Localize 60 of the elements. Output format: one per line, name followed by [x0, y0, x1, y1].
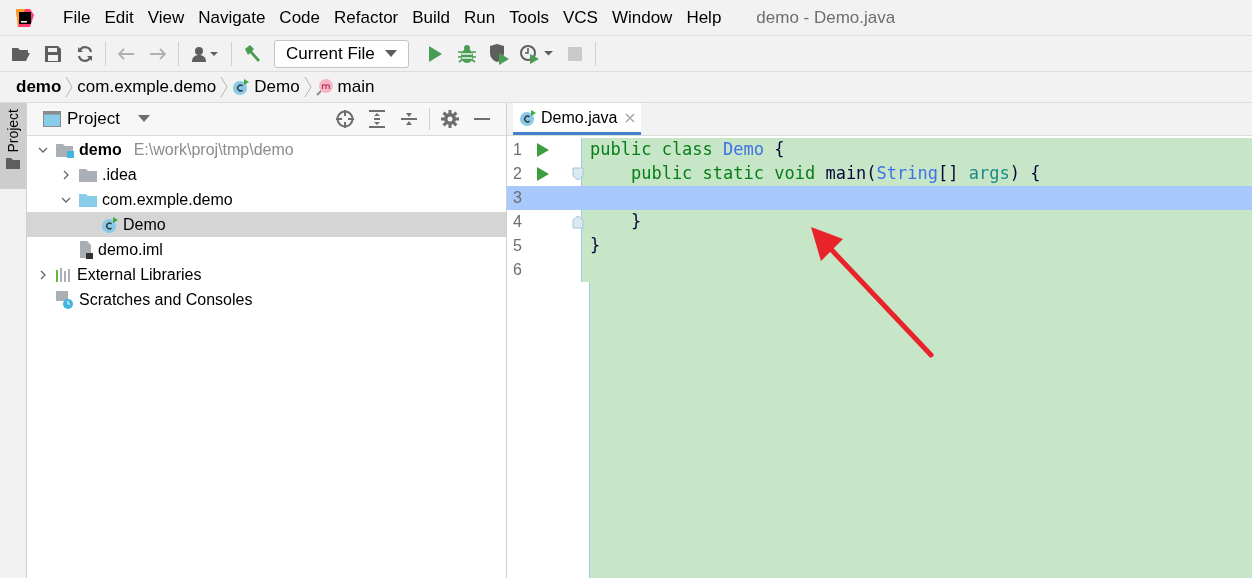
breadcrumb-item[interactable]: com.exmple.demo — [77, 74, 217, 100]
file-icon — [78, 239, 94, 260]
class-icon — [519, 108, 537, 127]
panel-window-icon — [43, 111, 61, 127]
class-icon — [232, 78, 251, 96]
code-text: } — [629, 210, 642, 234]
menu-item[interactable]: Code — [272, 4, 327, 31]
menu-item[interactable]: Window — [604, 4, 680, 31]
project-view-dropdown[interactable]: Project — [67, 106, 150, 132]
run-gutter-icon[interactable] — [537, 143, 549, 157]
menu-item[interactable]: Edit — [97, 4, 141, 31]
library-icon — [55, 266, 73, 283]
menu-item[interactable]: Build — [405, 4, 458, 31]
menu-item[interactable]: Help — [679, 4, 729, 31]
code-text: } — [590, 234, 601, 258]
tree-item[interactable]: Scratches and Consoles — [27, 287, 506, 312]
menu-item[interactable]: Refactor — [327, 4, 406, 31]
breadcrumb-item[interactable]: main — [337, 74, 375, 100]
tree-item[interactable]: Demo — [27, 212, 506, 237]
editor-tab[interactable]: Demo.java — [513, 103, 642, 135]
code-text: public static void main(String[] args) { — [629, 162, 1041, 186]
window-title: demo - Demo.java — [756, 6, 896, 29]
menu-item[interactable]: Navigate — [191, 4, 273, 31]
scratch-console-icon — [55, 289, 75, 310]
caret-icon — [137, 115, 150, 123]
breadcrumb-item[interactable]: demo — [16, 74, 62, 100]
caret-icon — [384, 49, 397, 58]
line-number: 6 — [512, 260, 523, 280]
folder-icon — [6, 156, 20, 169]
line-number: 5 — [512, 236, 523, 256]
breadcrumb-item[interactable]: Demo — [254, 74, 300, 100]
line-number: 3 — [512, 188, 523, 208]
menu-item[interactable]: Run — [457, 4, 503, 31]
fold-start-icon[interactable] — [572, 167, 584, 181]
menu-item[interactable]: View — [140, 4, 192, 31]
app-logo-icon — [14, 6, 36, 29]
folder-icon — [78, 166, 98, 183]
menu-item[interactable]: Tools — [502, 4, 556, 31]
tree-item[interactable]: External Libraries — [27, 262, 506, 287]
path-hint: E:\work\proj\tmp\demo — [133, 139, 294, 160]
run-gutter-icon[interactable] — [537, 167, 549, 181]
code-text: public class Demo { — [590, 138, 785, 162]
menu-item[interactable]: File — [56, 4, 98, 31]
line-number: 4 — [512, 212, 523, 232]
run-configuration-dropdown[interactable]: Current File — [274, 39, 409, 68]
separator-chevron-icon — [220, 76, 229, 98]
menu-item[interactable]: VCS — [555, 4, 605, 31]
tree-item[interactable]: demo.iml — [27, 237, 506, 262]
separator-chevron-icon — [303, 76, 312, 98]
tree-item[interactable]: com.exmple.demo — [27, 187, 506, 212]
tree-item[interactable]: demo E:\work\proj\tmp\demo — [27, 137, 506, 162]
method-icon — [315, 78, 334, 96]
line-number: 2 — [512, 164, 523, 184]
folder-icon — [78, 191, 98, 208]
tree-item[interactable]: .idea — [27, 162, 506, 187]
class-icon — [101, 215, 119, 234]
separator-chevron-icon — [65, 76, 74, 98]
line-number: 1 — [512, 140, 523, 160]
close-icon[interactable] — [625, 112, 636, 123]
project-side-tab[interactable]: Project — [0, 103, 26, 189]
